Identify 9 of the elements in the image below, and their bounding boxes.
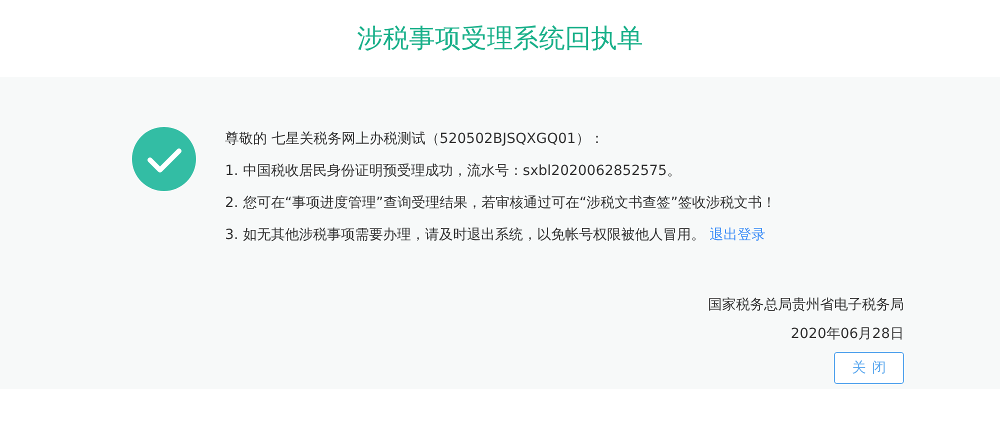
greeting-text: 尊敬的 七星关税务网上办税测试（520502BJSQXGQ01）： [225, 130, 605, 149]
issuer-name: 国家税务总局贵州省电子税务局 [708, 296, 904, 315]
logout-link[interactable]: 退出登录 [709, 227, 766, 243]
notice-text: 2. 您可在“事项进度管理”查询受理结果，若审核通过可在“涉税文书查签”签收涉税文书！ [225, 194, 776, 213]
notice-text: 1. 中国税收居民身份证明预受理成功，流水号：sxbl2020062852575。 [225, 162, 682, 181]
notice-text: 3. 如无其他涉税事项需要办理，请及时退出系统，以免帐号权限被他人冒用。 退出登录 [225, 226, 766, 245]
close-button[interactable]: 关闭 [834, 352, 904, 384]
issue-date: 2020年06月28日 [790, 325, 904, 344]
page-title: 涉税事项受理系统回执单 [356, 23, 644, 56]
